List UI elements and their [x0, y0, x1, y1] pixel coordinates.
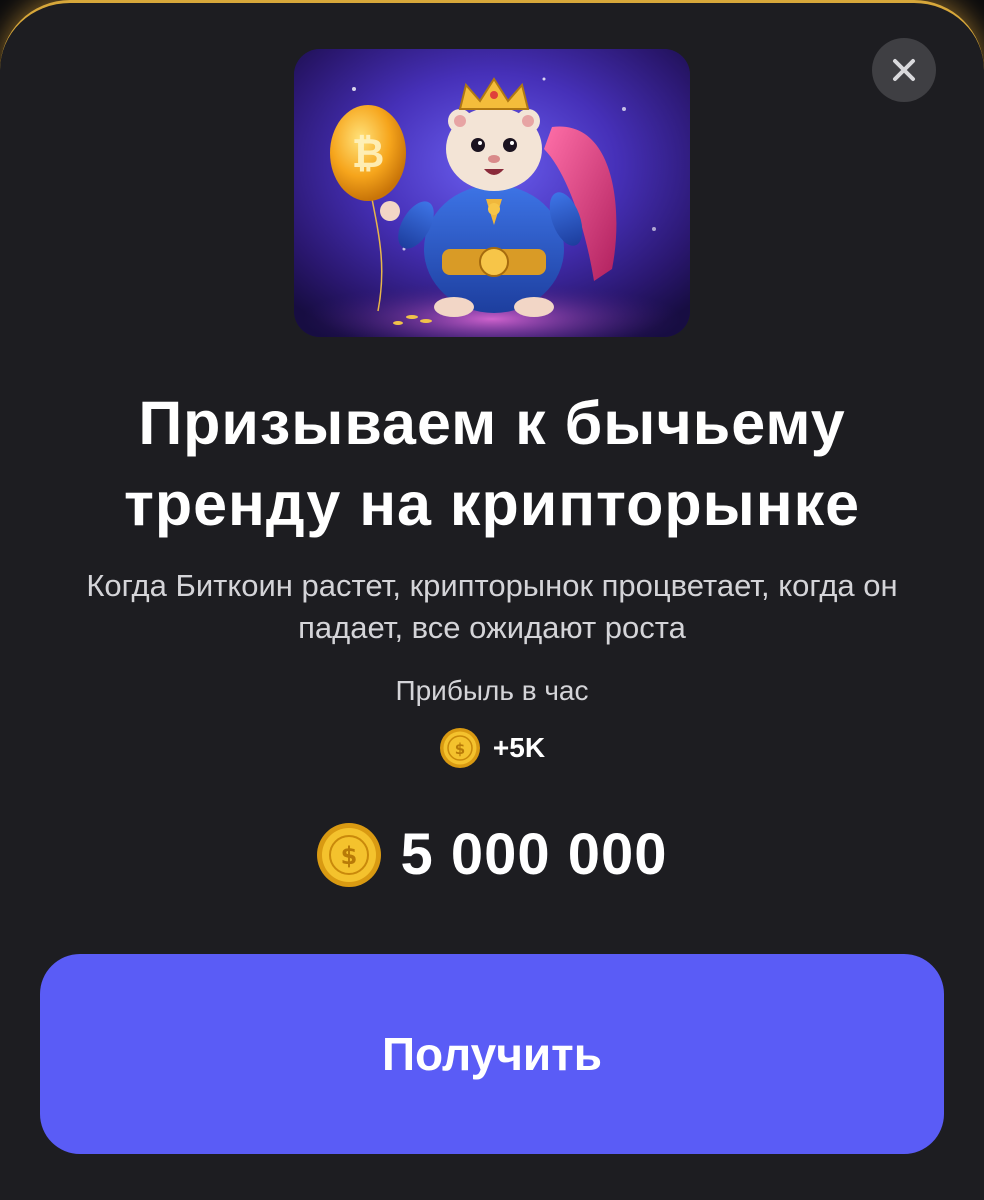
svg-text:$: $ — [341, 842, 358, 870]
coin-icon: $ — [439, 728, 480, 768]
claim-button[interactable]: Получить — [40, 954, 944, 1154]
svg-text:$: $ — [455, 740, 465, 758]
card-image: ₿ — [294, 49, 690, 337]
close-button[interactable] — [872, 38, 936, 102]
profit-per-hour: $ +5K — [0, 727, 984, 769]
profit-per-hour-value: +5K — [492, 732, 546, 763]
card-title: Призываем к бычьему тренду на крипторынк… — [123, 389, 861, 538]
card-price: $ 5 000 000 — [0, 821, 984, 888]
card-detail-sheet: ₿ Призываем к бычьему тренду на крипторы… — [0, 0, 984, 1200]
close-icon — [893, 59, 915, 81]
card-description: Когда Биткоин растет, крипторынок процве… — [86, 568, 898, 645]
svg-text:₿: ₿ — [352, 131, 385, 177]
coin-icon: $ — [317, 822, 382, 887]
card-price-value: 5 000 000 — [400, 822, 668, 887]
profit-per-hour-label: Прибыль в час — [395, 675, 589, 706]
hamster-king-illustration: ₿ — [294, 49, 690, 337]
